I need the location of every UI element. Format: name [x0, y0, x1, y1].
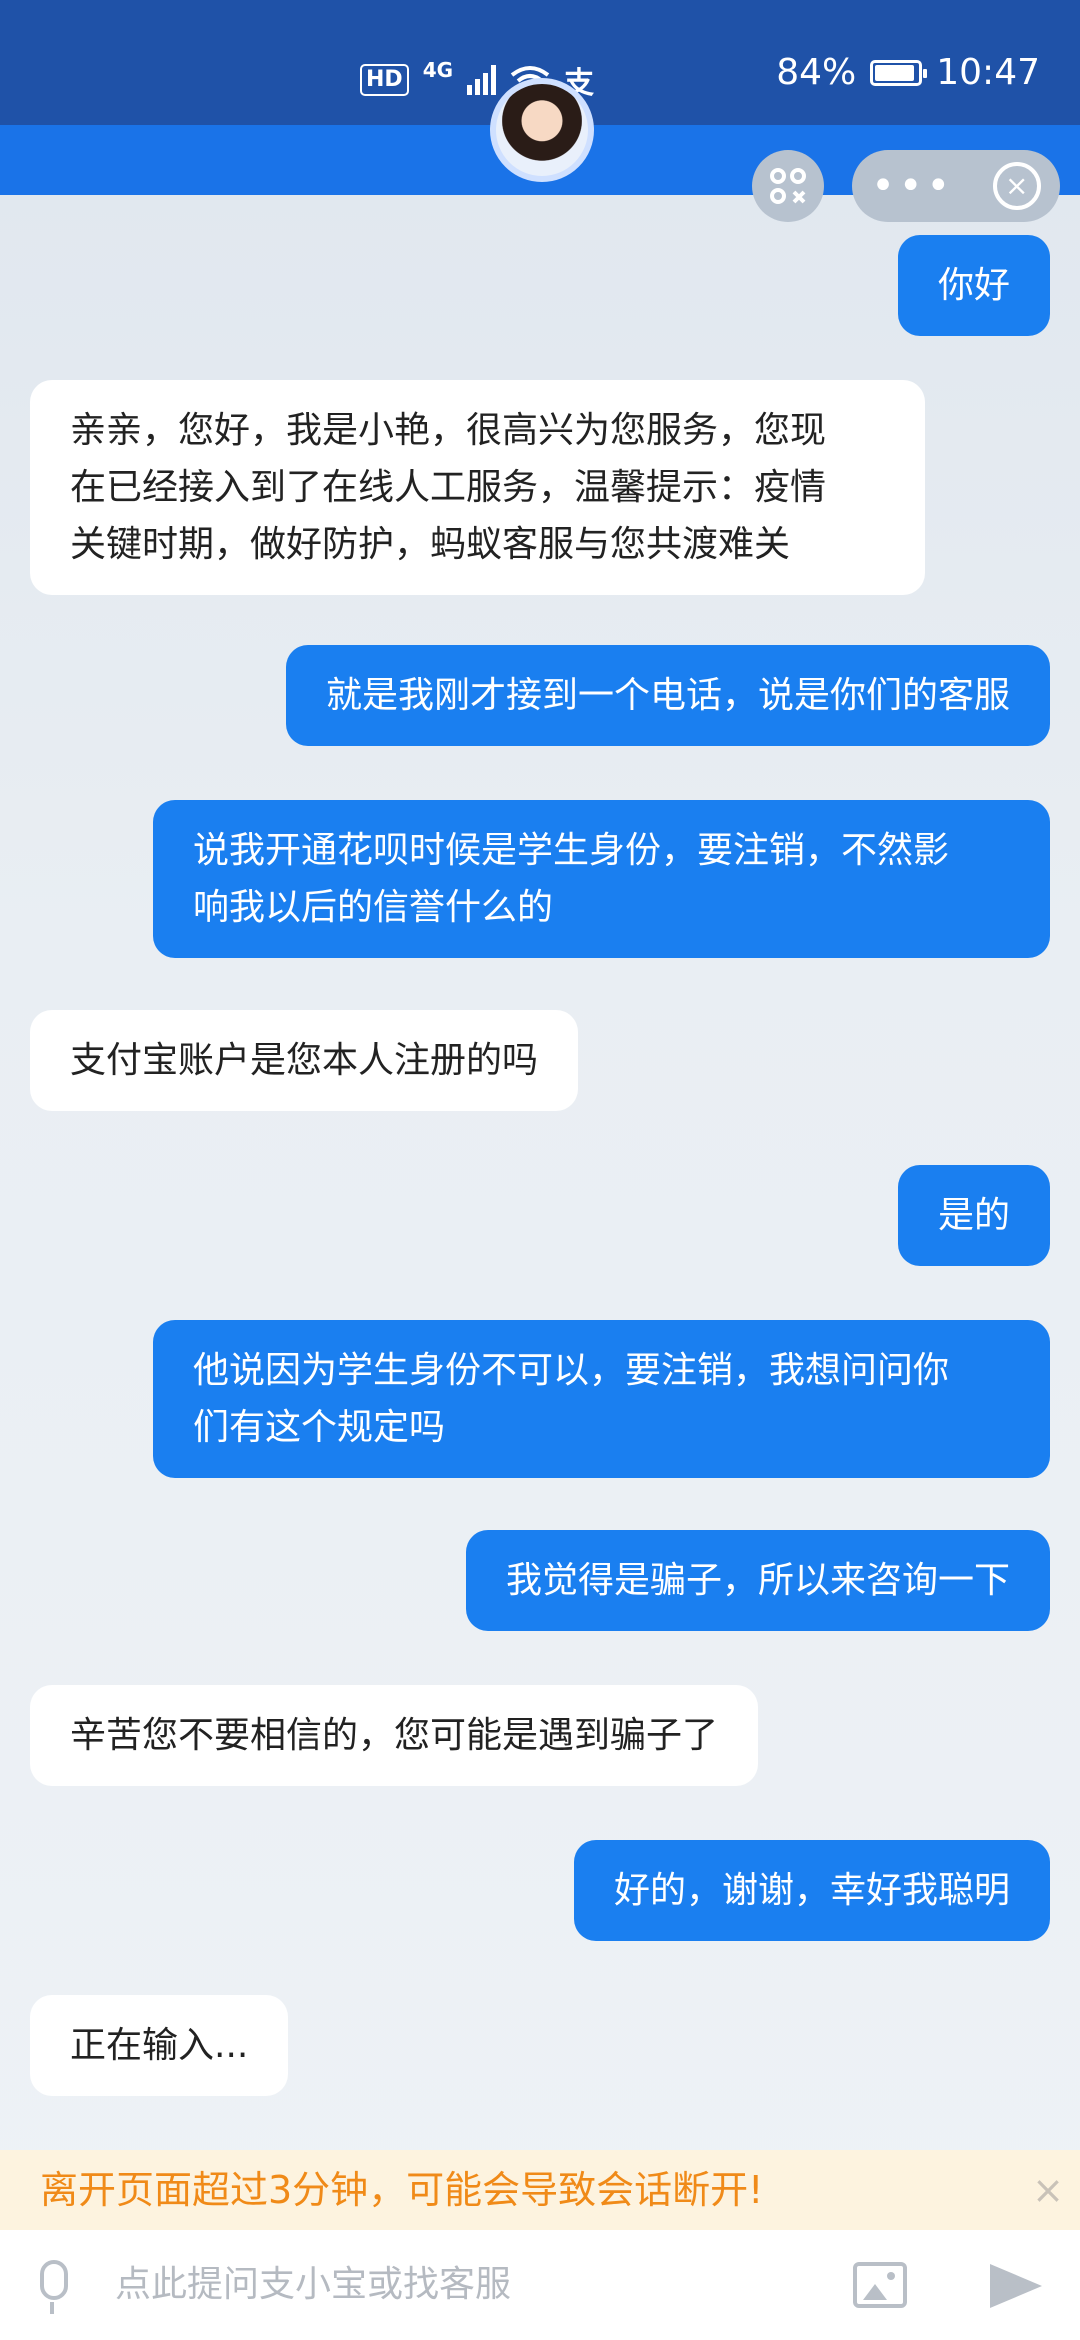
warning-text: 离开页面超过3分钟，可能会导致会话断开! — [40, 2168, 764, 2212]
clock: 10:47 — [936, 52, 1040, 93]
image-icon[interactable] — [853, 2262, 907, 2308]
message-user: 我觉得是骗子，所以来咨询一下 — [465, 1530, 1050, 1631]
message-user: 你好 — [897, 235, 1050, 336]
agent-avatar[interactable] — [490, 78, 594, 182]
send-icon[interactable] — [990, 2264, 1042, 2308]
close-button[interactable]: × — [992, 162, 1041, 210]
message-user: 好的，谢谢，幸好我聪明 — [573, 1840, 1050, 1941]
message-bot: 支付宝账户是您本人注册的吗 — [30, 1010, 579, 1111]
message-bot: 亲亲，您好，我是小艳，很高兴为您服务，您现 在已经接入到了在线人工服务，温馨提示… — [30, 380, 925, 595]
message-bot: 辛苦您不要相信的，您可能是遇到骗子了 — [30, 1685, 759, 1786]
message-user: 就是我刚才接到一个电话，说是你们的客服 — [285, 645, 1050, 746]
message-input[interactable]: 点此提问支小宝或找客服 — [115, 2230, 511, 2340]
scan-button[interactable] — [752, 150, 824, 222]
scan-icon — [770, 168, 806, 204]
timeout-warning-banner: 离开页面超过3分钟，可能会导致会话断开! × — [0, 2150, 1080, 2230]
microphone-icon[interactable] — [40, 2260, 68, 2314]
status-right: 84% 10:47 — [776, 52, 1040, 93]
mini-program-capsule: ••• × — [852, 150, 1060, 222]
signal-icon — [467, 65, 497, 95]
message-user: 他说因为学生身份不可以，要注销，我想问问你 们有这个规定吗 — [153, 1320, 1050, 1478]
close-warning-icon[interactable]: × — [1032, 2150, 1064, 2230]
hd-badge: HD — [360, 64, 409, 96]
input-bar: 点此提问支小宝或找客服 — [0, 2230, 1080, 2340]
message-user: 是的 — [897, 1165, 1050, 1266]
message-user: 说我开通花呗时候是学生身份，要注销，不然影 响我以后的信誉什么的 — [153, 800, 1050, 958]
battery-percent: 84% — [776, 52, 857, 93]
network-type: 4G — [422, 58, 454, 82]
battery-icon — [870, 59, 928, 86]
close-icon: × — [1004, 169, 1029, 202]
more-button[interactable]: ••• — [871, 150, 954, 222]
typing-indicator: 正在输入... — [30, 1995, 289, 2096]
